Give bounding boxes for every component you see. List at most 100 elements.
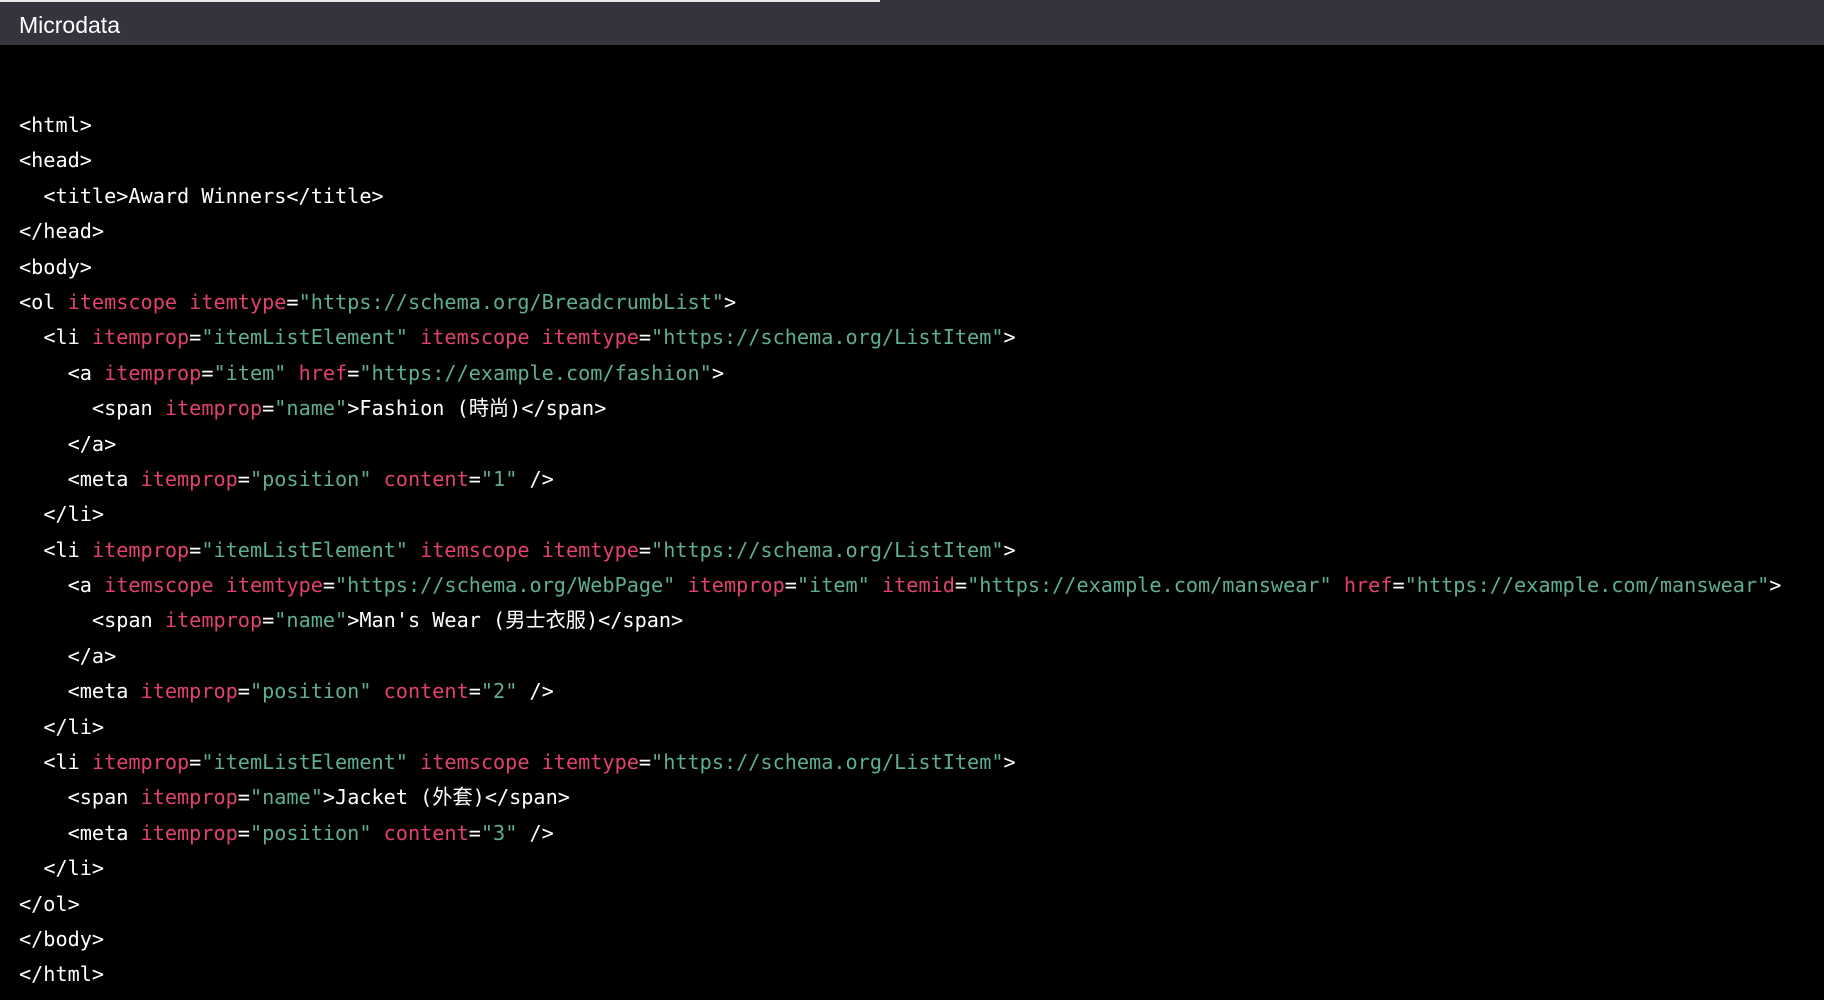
code-attribute: itemtype xyxy=(541,537,639,562)
code-attribute: itemprop xyxy=(140,785,238,810)
code-text: = xyxy=(638,537,652,562)
code-attribute: href xyxy=(298,360,348,385)
code-string: "3" xyxy=(480,820,518,845)
code-attribute: itemscope xyxy=(420,325,530,350)
code-string: "https://example.com/manswear" xyxy=(1404,573,1770,598)
code-text: = xyxy=(347,360,360,385)
code-text: = xyxy=(262,396,275,421)
code-attribute: itemprop xyxy=(164,396,263,421)
header-divider xyxy=(880,0,1824,2)
code-line: <head> xyxy=(19,143,1781,178)
code-text: = xyxy=(322,573,336,598)
code-text: = xyxy=(638,325,652,350)
code-attribute: href xyxy=(1343,573,1393,598)
code-string: "1" xyxy=(480,466,518,491)
code-tag: </span> xyxy=(484,785,570,810)
code-attribute: itemprop xyxy=(164,608,263,633)
code-attribute: itemscope xyxy=(104,573,214,598)
code-text: = xyxy=(237,679,250,704)
code-tag: > xyxy=(1003,750,1016,775)
code-tag: <span xyxy=(67,785,141,810)
code-attribute: content xyxy=(383,820,469,845)
code-tag: <meta xyxy=(67,679,141,704)
code-attribute: itemprop xyxy=(104,360,202,385)
code-tag: > xyxy=(347,396,360,421)
code-attribute: itemprop xyxy=(91,750,190,775)
code-tag: <li xyxy=(43,325,92,350)
code-text: = xyxy=(468,820,481,845)
code-tag: <body> xyxy=(19,254,92,279)
code-text: = xyxy=(954,573,968,598)
code-string: "name" xyxy=(274,396,348,421)
code-string: "itemListElement" xyxy=(201,325,408,350)
code-attribute: itemprop xyxy=(687,573,785,598)
code-line: <title>Award Winners</title> xyxy=(19,179,1781,214)
code-line: </a> xyxy=(19,639,1781,674)
code-tag: > xyxy=(711,360,724,385)
code-line: </html> xyxy=(19,957,1781,992)
code-string: "https://schema.org/ListItem" xyxy=(651,537,1004,562)
code-text: = xyxy=(262,608,275,633)
code-tag: </head> xyxy=(19,219,105,244)
code-string: "itemListElement" xyxy=(201,537,408,562)
code-text: Fashion (時尚) xyxy=(359,396,522,421)
code-block[interactable]: <html> <head> <title>Award Winners</title… xyxy=(19,108,1781,993)
code-line: </ol> xyxy=(19,887,1781,922)
code-tag: <head> xyxy=(19,148,92,173)
code-attribute: itemscope xyxy=(420,537,530,562)
code-line: <meta itemprop="position" content="2" /> xyxy=(19,674,1781,709)
code-attribute: itemprop xyxy=(140,679,238,704)
code-snippet-window: Microdata <html> <head> <title>Award Winn… xyxy=(0,0,1824,1000)
code-attribute: content xyxy=(383,679,469,704)
code-attribute: itemid xyxy=(881,573,955,598)
code-tag: </html> xyxy=(19,962,105,987)
code-text: = xyxy=(784,573,797,598)
code-tag: /> xyxy=(517,820,554,845)
code-string: "https://schema.org/ListItem" xyxy=(651,750,1004,775)
code-string: "https://schema.org/WebPage" xyxy=(335,573,676,598)
code-text: = xyxy=(237,466,250,491)
code-text: = xyxy=(189,750,202,775)
code-attribute: itemtype xyxy=(541,750,639,775)
code-line: <li itemprop="itemListElement" itemscope… xyxy=(19,533,1781,568)
code-attribute: itemprop xyxy=(140,466,238,491)
code-line: <span itemprop="name">Jacket (外套)</span> xyxy=(19,780,1781,815)
code-string: "position" xyxy=(249,679,372,704)
code-line: <a itemscope itemtype="https://schema.or… xyxy=(19,568,1782,603)
code-attribute: itemprop xyxy=(91,537,190,562)
code-tag: > xyxy=(347,608,360,633)
code-text: = xyxy=(237,820,250,845)
code-tag: <a xyxy=(67,573,105,598)
code-tag: <html> xyxy=(19,113,92,137)
code-block-header: Microdata xyxy=(0,0,1824,45)
code-string: "item" xyxy=(796,573,870,598)
code-line: <span itemprop="name">Fashion (時尚)</span… xyxy=(19,391,1781,426)
code-string: "position" xyxy=(249,466,372,491)
code-tag: <meta xyxy=(67,466,141,491)
code-tag: </a> xyxy=(67,431,117,456)
code-tag: </body> xyxy=(19,926,105,951)
code-text: = xyxy=(189,325,202,350)
code-tag: > xyxy=(322,785,336,810)
code-text: = xyxy=(1392,573,1405,598)
code-attribute: itemprop xyxy=(140,820,238,845)
code-tag: </ol> xyxy=(19,891,80,916)
